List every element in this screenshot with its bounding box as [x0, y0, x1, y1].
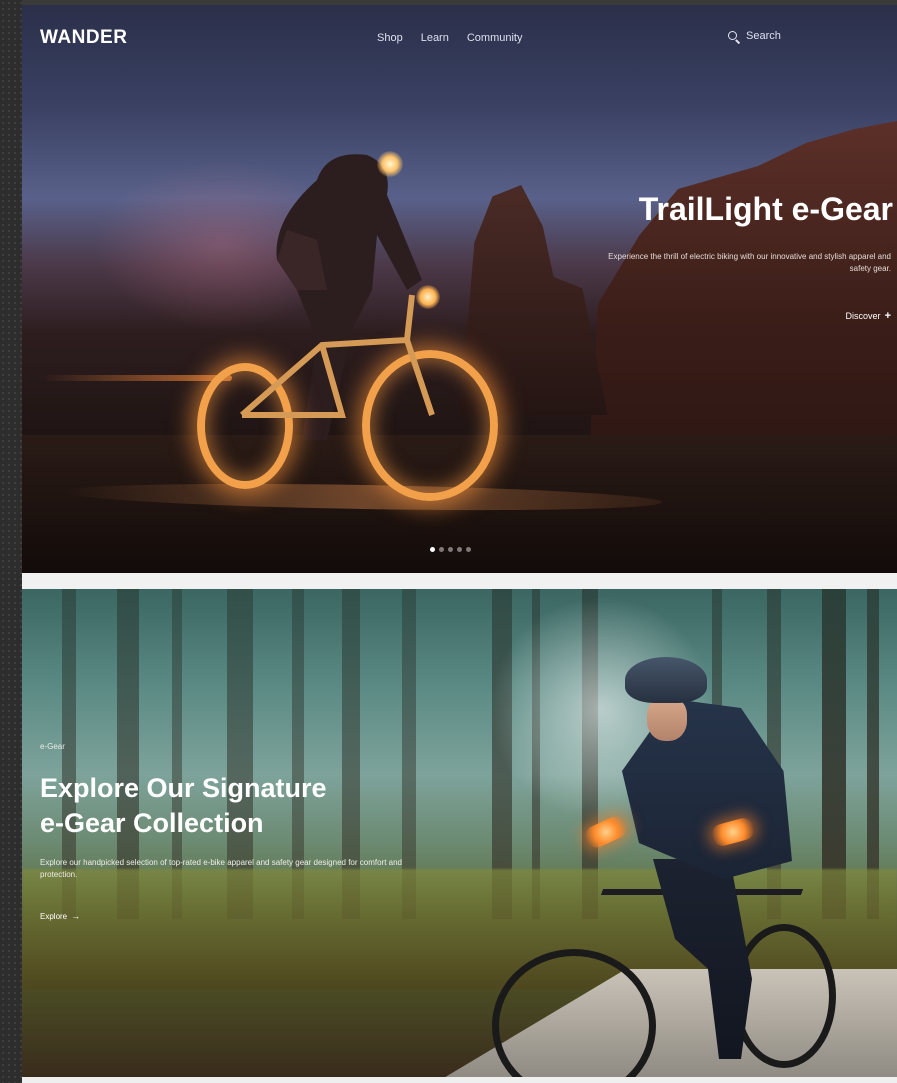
rider-face [647, 697, 687, 741]
carousel-dot-1[interactable] [430, 547, 435, 552]
bike-frame [240, 294, 435, 418]
hero-description: Experience the thrill of electric biking… [608, 252, 891, 274]
bottom-strip [22, 1077, 897, 1083]
arrow-right-icon: → [71, 911, 81, 921]
section-eyebrow: e-Gear [40, 742, 65, 751]
section-title: Explore Our Signature e-Gear Collection [40, 771, 400, 841]
carousel-dot-5[interactable] [466, 547, 471, 552]
discover-button[interactable]: Discover + [846, 310, 891, 322]
section-description: Explore our handpicked selection of top-… [40, 858, 402, 880]
nav-menu: Shop Learn Community [377, 32, 522, 44]
nav-link-learn[interactable]: Learn [421, 32, 449, 44]
section-divider [22, 573, 897, 589]
plus-icon: + [884, 310, 891, 322]
explore-label: Explore [40, 911, 68, 921]
search-button[interactable]: Search [728, 30, 781, 44]
collection-banner: e-Gear Explore Our Signature e-Gear Coll… [22, 589, 897, 1077]
handlebar-light [416, 285, 440, 309]
rider-helmet [625, 657, 707, 703]
hero-title: TrailLight e-Gear [638, 191, 893, 227]
helmet-light [377, 151, 403, 177]
carousel-dots [430, 547, 471, 552]
light-streak [42, 375, 232, 381]
search-icon [728, 30, 741, 44]
search-label: Search [746, 30, 781, 42]
hero-banner: WANDER Shop Learn Community Search Trail… [22, 5, 897, 573]
section-title-line-2: e-Gear Collection [40, 808, 264, 839]
carousel-dot-2[interactable] [439, 547, 444, 552]
left-rail [0, 0, 22, 1083]
nav-link-shop[interactable]: Shop [377, 32, 403, 44]
explore-button[interactable]: Explore → [40, 911, 80, 921]
top-nav: WANDER Shop Learn Community Search [22, 5, 897, 75]
brand-logo[interactable]: WANDER [40, 27, 127, 49]
section-title-line-1: Explore Our Signature [40, 773, 327, 803]
discover-label: Discover [845, 311, 881, 321]
carousel-dot-4[interactable] [457, 547, 462, 552]
carousel-dot-3[interactable] [448, 547, 453, 552]
nav-link-community[interactable]: Community [467, 32, 523, 44]
